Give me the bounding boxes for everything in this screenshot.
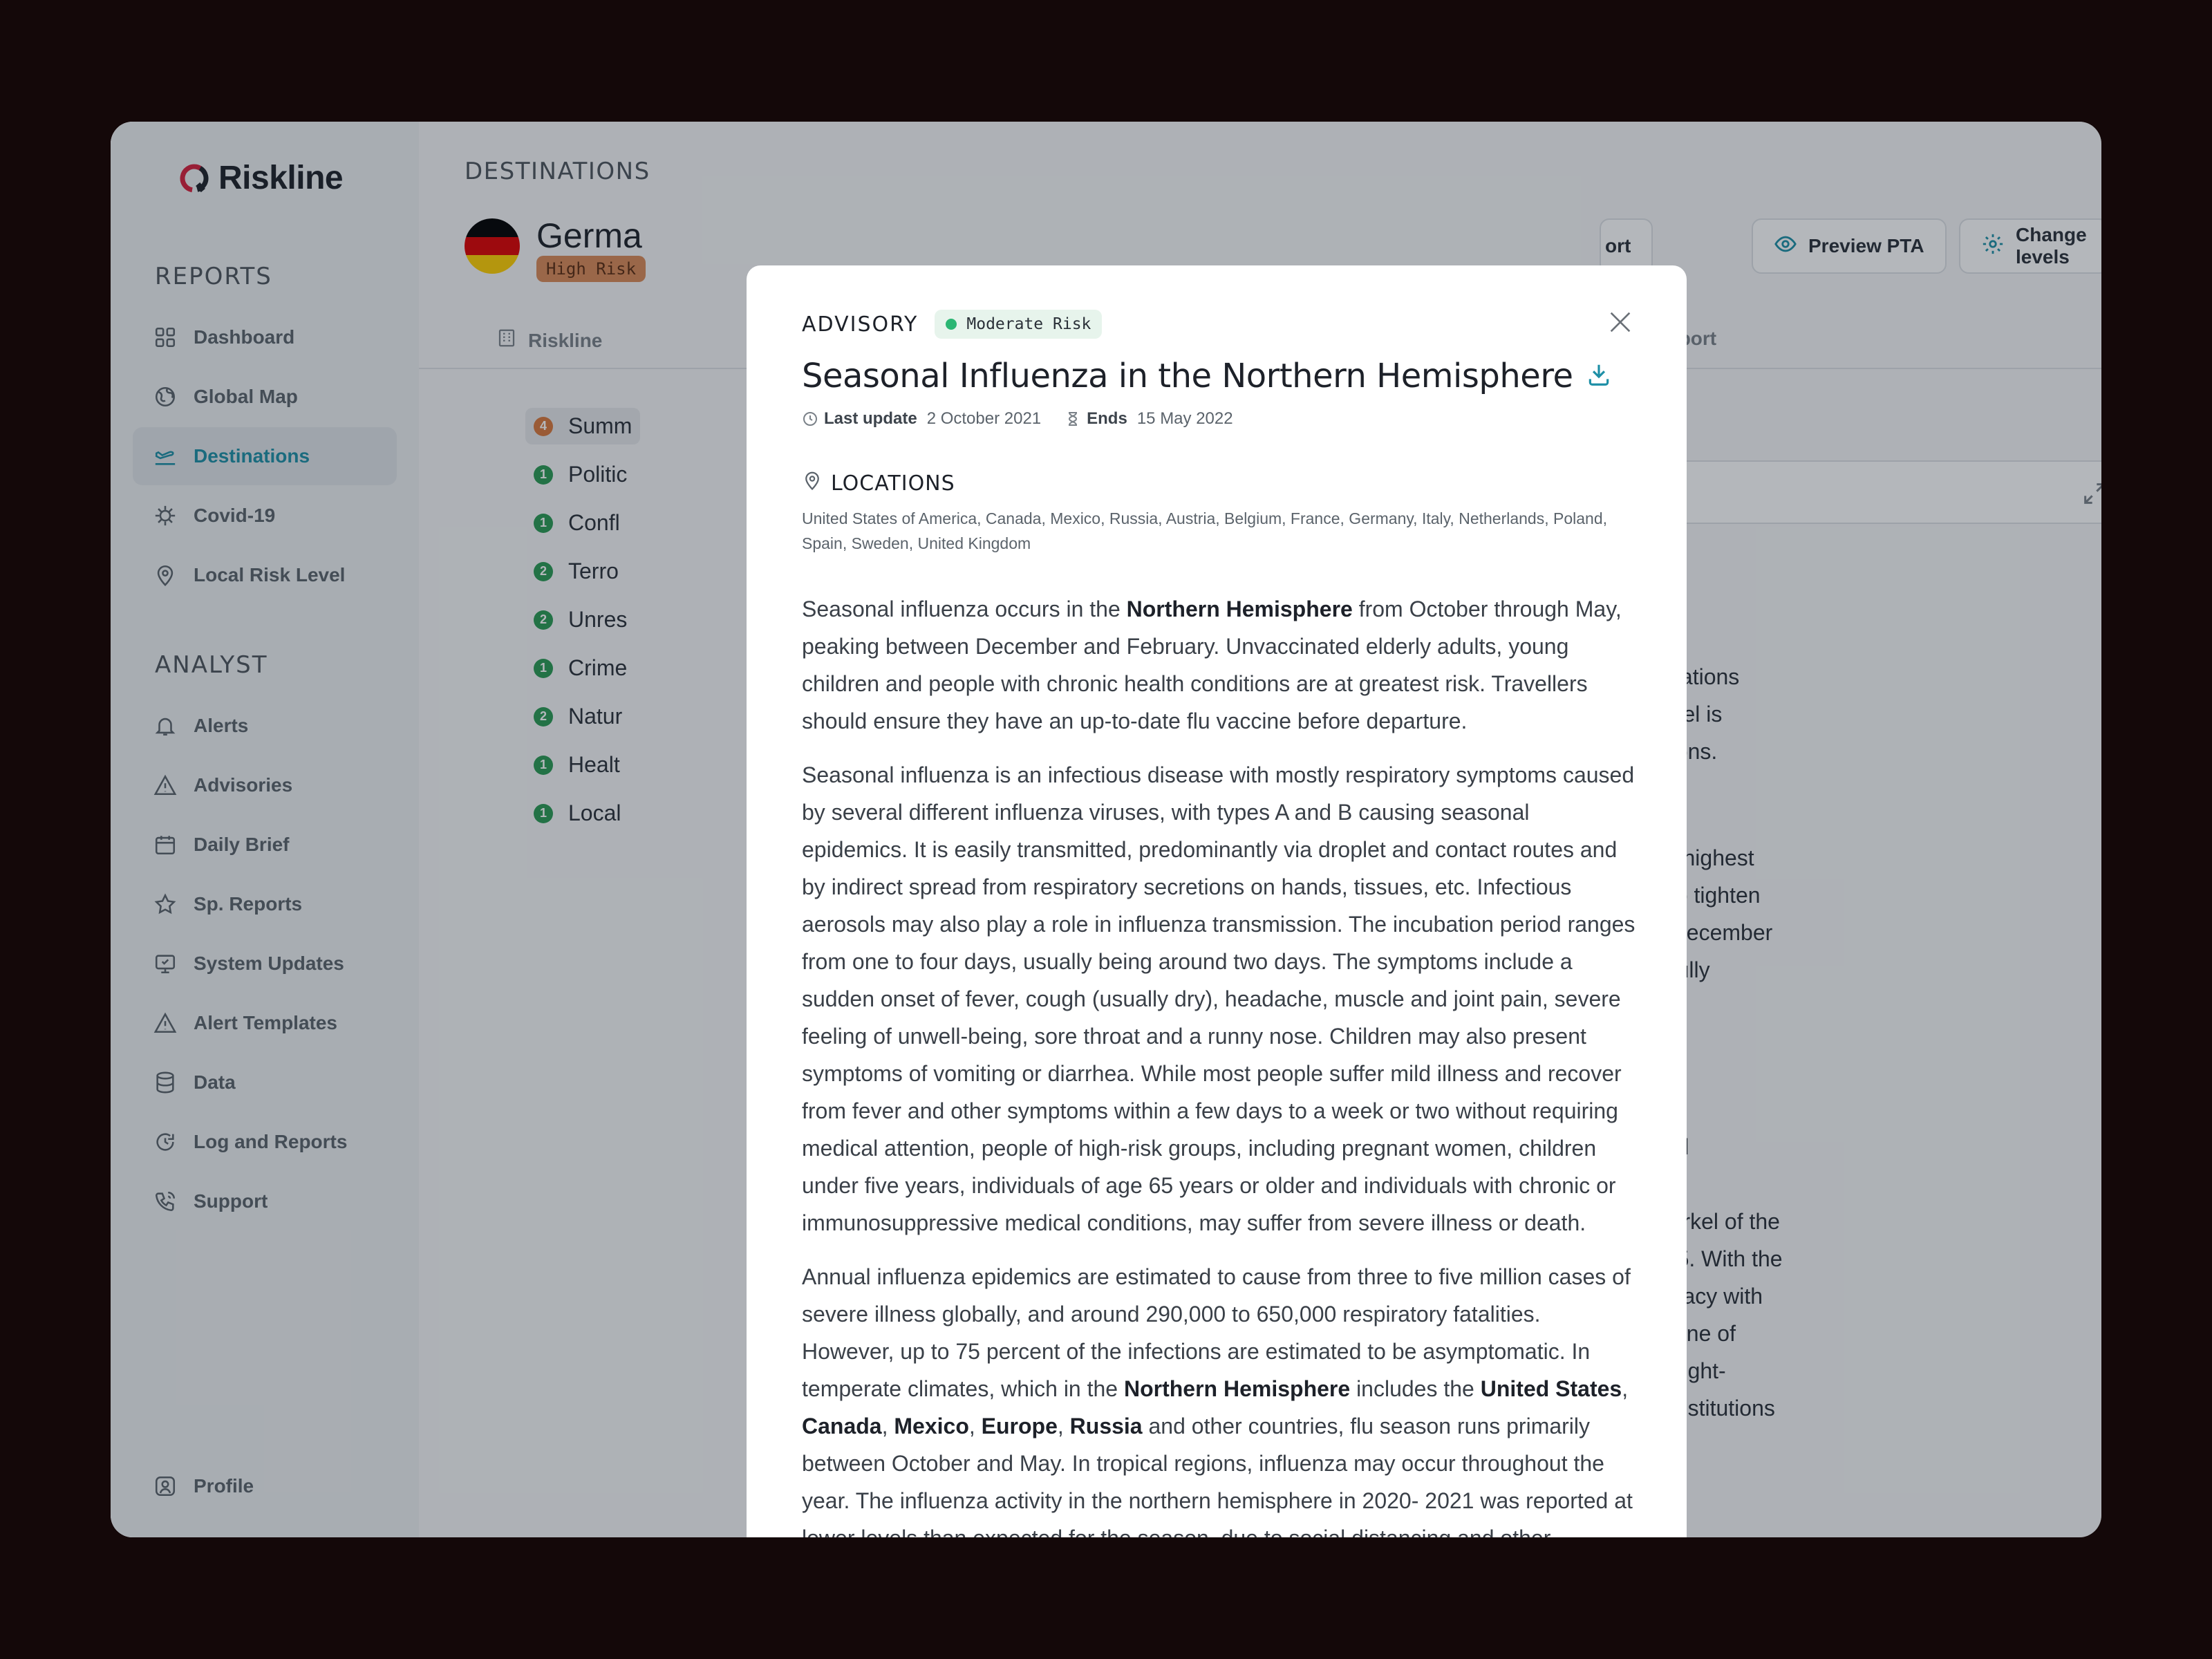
advisory-body: Seasonal influenza occurs in the Norther…	[802, 590, 1638, 1537]
modal-kicker: ADVISORY Moderate Risk	[802, 310, 1103, 339]
paragraph-2: Seasonal influenza is an infectious dise…	[802, 762, 1635, 1235]
last-update-label: Last update	[824, 409, 917, 428]
location-pin-icon	[802, 470, 823, 496]
paragraph-3: Annual influenza epidemics are estimated…	[802, 1264, 1633, 1537]
modal-meta: Last update 2 October 2021 Ends 15 May 2…	[802, 409, 1233, 429]
locations-title: LOCATIONS	[831, 471, 955, 496]
risk-level-badge: Moderate Risk	[935, 310, 1103, 339]
close-icon	[1610, 312, 1631, 332]
close-button[interactable]	[1606, 308, 1634, 336]
advisory-modal: ADVISORY Moderate Risk Seasonal Influenz…	[747, 265, 1687, 1537]
last-update-value: 2 October 2021	[926, 409, 1042, 428]
hourglass-icon	[1065, 411, 1081, 427]
ends-label: Ends	[1087, 409, 1127, 428]
paragraph-1: Seasonal influenza occurs in the Norther…	[802, 597, 1622, 733]
locations-heading: LOCATIONS	[802, 470, 955, 496]
status-dot-icon	[946, 319, 957, 330]
ends-value: 15 May 2022	[1136, 409, 1233, 428]
risk-level-label: Moderate Risk	[966, 315, 1091, 333]
locations-list: United States of America, Canada, Mexico…	[802, 509, 1608, 552]
modal-title-row: Seasonal Influenza in the Northern Hemis…	[802, 357, 1612, 395]
app-window: Riskline REPORTS Dashboard Global Map De…	[111, 122, 2101, 1537]
clock-icon	[802, 411, 818, 427]
advisory-label: ADVISORY	[802, 312, 919, 337]
modal-title: Seasonal Influenza in the Northern Hemis…	[802, 357, 1573, 395]
download-icon[interactable]	[1586, 362, 1612, 391]
